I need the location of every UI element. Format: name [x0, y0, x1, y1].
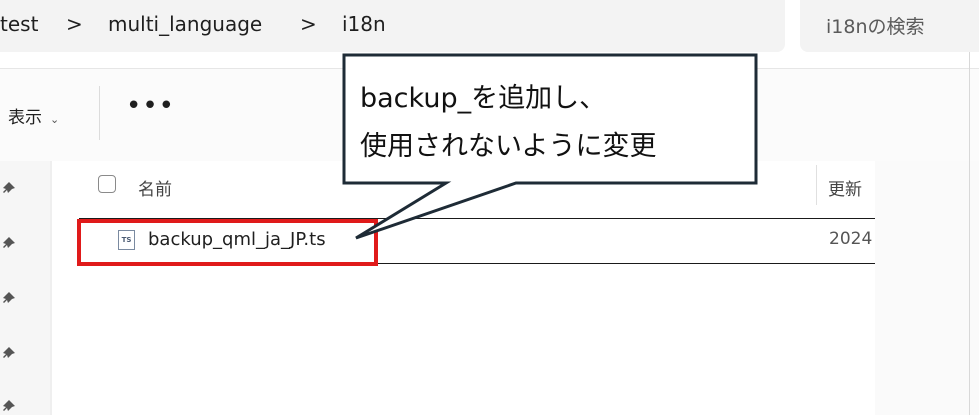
view-menu-label: 表示	[8, 108, 42, 128]
pin-icon[interactable]	[2, 291, 16, 305]
window-scrollbar[interactable]	[969, 52, 970, 415]
column-header-name[interactable]: 名前	[138, 175, 172, 200]
highlight-box	[77, 219, 378, 266]
breadcrumb-item-i18n[interactable]: i18n	[342, 12, 386, 36]
chevron-right-icon[interactable]: >	[300, 12, 317, 36]
pin-icon[interactable]	[2, 346, 16, 360]
breadcrumb-item-test[interactable]: test	[0, 12, 38, 36]
toolbar-divider	[99, 86, 100, 140]
callout-line-2: 使用されないように変更	[360, 131, 657, 162]
callout-line-1: backup_を追加し、	[360, 83, 607, 114]
chevron-down-icon: ⌄	[50, 113, 60, 126]
more-options-button[interactable]: •••	[126, 91, 175, 121]
search-placeholder: i18nの検索	[826, 16, 925, 38]
navigation-pane[interactable]	[0, 161, 50, 415]
breadcrumb-item-multi-language[interactable]: multi_language	[108, 12, 262, 36]
file-modified-date: 2024	[829, 229, 873, 249]
pin-icon[interactable]	[2, 236, 16, 250]
search-input[interactable]: i18nの検索	[800, 0, 979, 52]
column-header-modified[interactable]: 更新	[828, 175, 862, 200]
file-list[interactable]: 名前 更新 TS backup_qml_ja_JP.ts 2024	[52, 161, 875, 415]
select-all-checkbox[interactable]	[98, 175, 116, 193]
column-divider[interactable]	[816, 165, 817, 205]
pin-icon[interactable]	[2, 181, 16, 195]
details-pane	[875, 161, 979, 415]
view-menu-button[interactable]: 表示 ⌄	[8, 103, 59, 128]
pin-icon[interactable]	[2, 399, 16, 413]
address-bar[interactable]: test > multi_language > i18n	[0, 0, 785, 52]
chevron-right-icon[interactable]: >	[66, 12, 83, 36]
